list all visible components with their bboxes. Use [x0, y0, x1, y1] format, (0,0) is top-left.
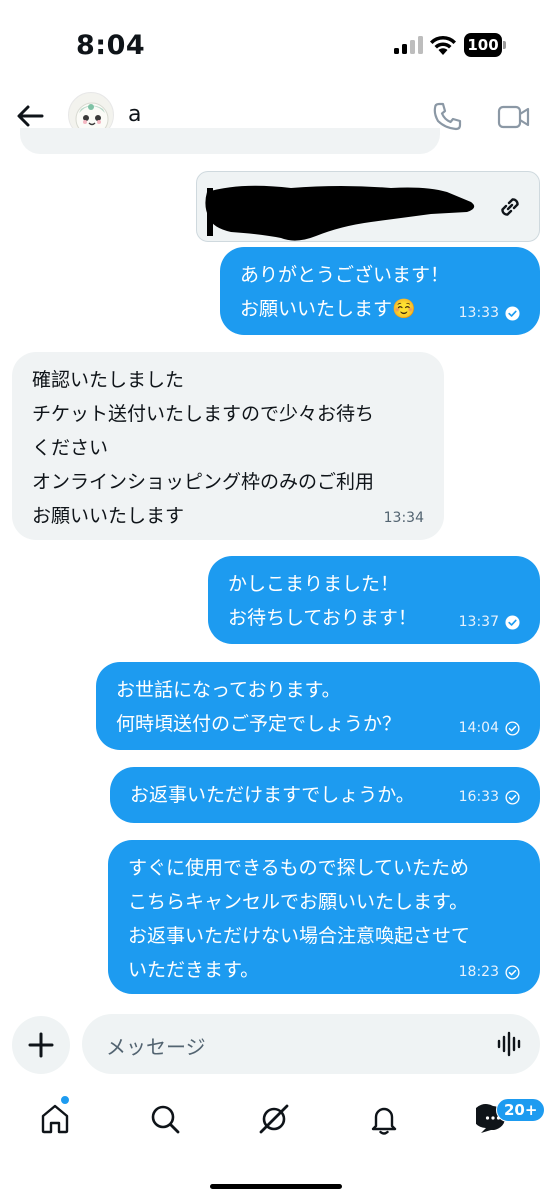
status-bar: 8:04 100	[0, 0, 552, 88]
message-time: 16:33	[458, 789, 499, 805]
message-meta: 18:23	[459, 964, 520, 980]
message-bubble-outgoing[interactable]: ありがとうございます！ お願いいたします☺️ 13:33	[220, 247, 540, 335]
grok-icon[interactable]	[257, 1102, 291, 1136]
sent-check-icon	[505, 789, 520, 805]
add-attachment-button[interactable]	[12, 1016, 70, 1074]
message-meta: 14:04	[459, 720, 520, 736]
battery-level: 100	[464, 33, 502, 57]
message-time: 13:34	[383, 510, 424, 526]
chat-screen: 8:04 100 a ありがとうございます！ お願いいたします☺️ 13:33 …	[0, 0, 552, 1200]
message-bubble-outgoing[interactable]: かしこまりました！ お待ちしております！ 13:37	[208, 556, 540, 644]
read-receipt-check-icon	[505, 305, 520, 321]
voice-message-icon[interactable]	[496, 1030, 524, 1058]
home-icon[interactable]	[38, 1102, 72, 1136]
message-time: 13:33	[458, 305, 499, 321]
battery-cap	[503, 41, 506, 49]
read-receipt-check-icon	[505, 614, 520, 630]
notifications-icon[interactable]	[367, 1102, 401, 1136]
message-time: 18:23	[458, 964, 499, 980]
message-input[interactable]: メッセージ	[82, 1014, 540, 1074]
message-input-placeholder: メッセージ	[106, 1035, 206, 1059]
message-bubble-incoming[interactable]: 確認いたしました チケット送付いたしますので少々お待ち ください オンラインショ…	[12, 352, 444, 540]
message-time: 14:04	[458, 720, 499, 736]
plus-icon	[28, 1032, 54, 1058]
message-meta: 13:33	[459, 305, 520, 321]
message-text: 確認いたしました チケット送付いたしますので少々お待ち ください オンラインショ…	[32, 369, 375, 527]
home-notification-dot	[60, 1095, 70, 1105]
message-meta: 13:34	[384, 510, 424, 526]
battery-indicator: 100	[464, 33, 506, 57]
link-icon[interactable]	[495, 192, 525, 222]
message-bubble-outgoing[interactable]: すぐに使用できるもので探していたため こちらキャンセルでお願いいたします。 お返…	[108, 840, 540, 994]
message-meta: 13:37	[459, 614, 520, 630]
message-meta: 16:33	[459, 789, 520, 805]
message-bubble-outgoing[interactable]: お世話になっております。 何時頃送付のご予定でしょうか？ 14:04	[96, 662, 540, 750]
home-indicator	[210, 1184, 342, 1189]
messages-unread-badge: 20+	[496, 1098, 546, 1122]
sent-check-icon	[505, 964, 520, 980]
cellular-signal-icon	[394, 36, 423, 54]
previous-message-bubble	[20, 128, 440, 154]
sent-check-icon	[505, 720, 520, 736]
bottom-navigation: 20+	[0, 1088, 552, 1154]
link-preview-card[interactable]	[196, 171, 540, 242]
message-bubble-outgoing[interactable]: お返事いただけますでしょうか。 16:33	[110, 767, 540, 823]
contact-name[interactable]: a	[128, 102, 141, 127]
search-icon[interactable]	[148, 1102, 182, 1136]
status-time: 8:04	[76, 30, 146, 61]
wifi-icon	[430, 35, 456, 55]
video-call-icon[interactable]	[496, 100, 532, 134]
redacted-link-text	[205, 185, 475, 241]
message-time: 13:37	[458, 614, 499, 630]
